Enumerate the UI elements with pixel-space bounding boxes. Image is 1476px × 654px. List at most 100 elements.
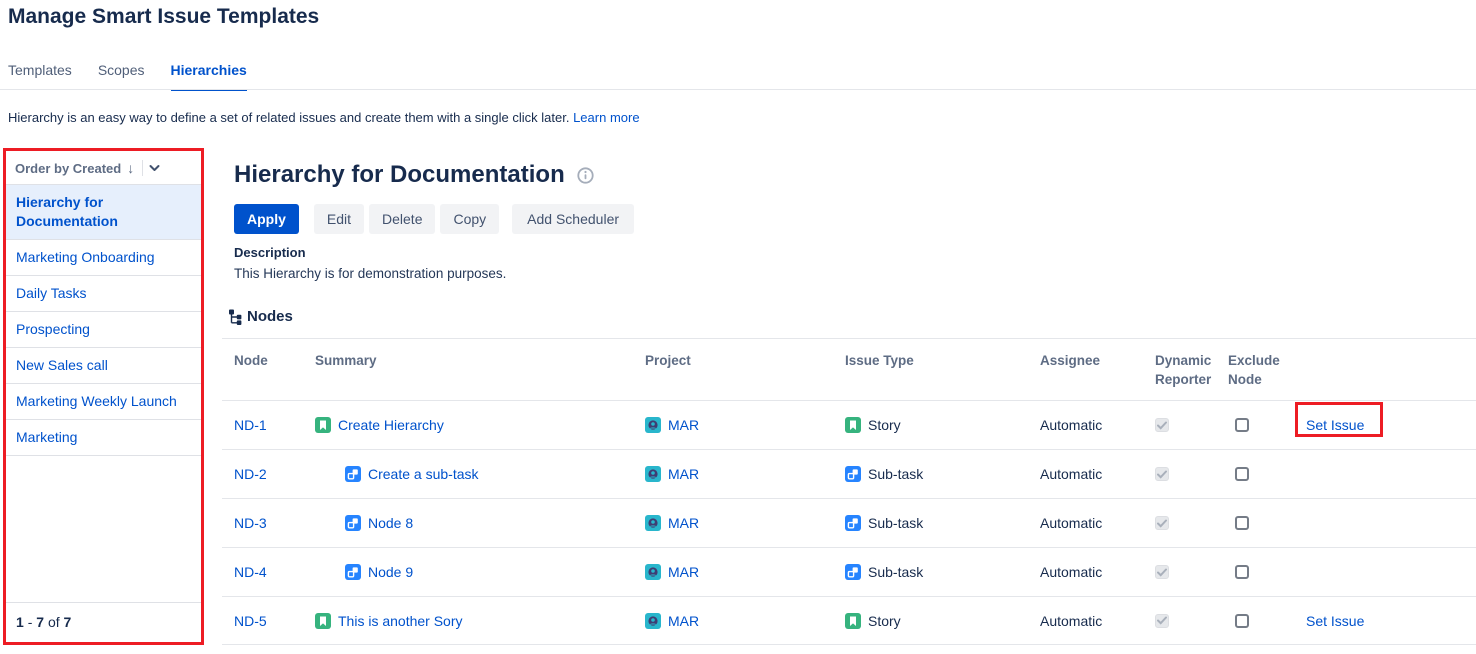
issue-type-label: Sub-task: [868, 564, 923, 580]
subtask-icon: [845, 564, 861, 580]
project-link[interactable]: MAR: [668, 466, 699, 482]
assignee-value: Automatic: [1040, 417, 1155, 433]
exclude-node-checkbox[interactable]: [1235, 516, 1249, 530]
node-id-link[interactable]: ND-5: [234, 613, 267, 629]
nodes-tree-icon: [228, 309, 243, 325]
node-id-link[interactable]: ND-1: [234, 417, 267, 433]
pagination-total: 7: [64, 614, 72, 630]
col-header-dynamic-reporter: Dynamic Reporter: [1155, 351, 1228, 389]
sidebar-item-daily-tasks[interactable]: Daily Tasks: [6, 276, 201, 312]
delete-button[interactable]: Delete: [369, 204, 435, 234]
summary-link[interactable]: This is another Sory: [338, 613, 463, 629]
dynamic-reporter-checkbox[interactable]: [1155, 418, 1169, 432]
story-icon: [315, 613, 331, 629]
set-issue-button[interactable]: Set Issue: [1306, 417, 1364, 433]
exclude-node-checkbox[interactable]: [1235, 565, 1249, 579]
dynamic-reporter-checkbox[interactable]: [1155, 565, 1169, 579]
table-row: ND-3 Node 8 MAR Sub-task Automatic: [222, 498, 1476, 547]
col-header-exclude-node: Exclude Node: [1228, 351, 1306, 389]
sidebar-item-marketing-onboarding[interactable]: Marketing Onboarding: [6, 240, 201, 276]
sort-bar[interactable]: Order by Created ↓: [6, 151, 201, 185]
dynamic-reporter-checkbox[interactable]: [1155, 467, 1169, 481]
apply-button[interactable]: Apply: [234, 204, 299, 234]
intro-text: Hierarchy is an easy way to define a set…: [8, 110, 640, 125]
pagination-end: 7: [36, 614, 44, 630]
dynamic-reporter-checkbox[interactable]: [1155, 614, 1169, 628]
assignee-value: Automatic: [1040, 466, 1155, 482]
copy-button[interactable]: Copy: [440, 204, 499, 234]
project-avatar-icon: [645, 613, 661, 629]
table-row: ND-5 This is another Sory MAR Story Auto…: [222, 596, 1476, 645]
sort-separator: [142, 160, 143, 176]
sidebar-item-prospecting[interactable]: Prospecting: [6, 312, 201, 348]
node-id-link[interactable]: ND-4: [234, 564, 267, 580]
add-scheduler-button[interactable]: Add Scheduler: [512, 204, 634, 234]
issue-type-label: Sub-task: [868, 515, 923, 531]
tab-templates[interactable]: Templates: [8, 62, 72, 91]
exclude-node-checkbox[interactable]: [1235, 614, 1249, 628]
header-divider: [0, 89, 1476, 90]
learn-more-link[interactable]: Learn more: [573, 110, 639, 125]
exclude-node-checkbox[interactable]: [1235, 418, 1249, 432]
exclude-node-checkbox[interactable]: [1235, 467, 1249, 481]
story-icon: [315, 417, 331, 433]
assignee-value: Automatic: [1040, 515, 1155, 531]
set-issue-button[interactable]: Set Issue: [1306, 613, 1364, 629]
sort-label: Order by Created: [15, 161, 121, 176]
sidebar-item-marketing[interactable]: Marketing: [6, 420, 201, 456]
dynamic-reporter-checkbox[interactable]: [1155, 516, 1169, 530]
node-id-link[interactable]: ND-2: [234, 466, 267, 482]
tab-hierarchies[interactable]: Hierarchies: [171, 62, 247, 91]
hierarchy-list: Hierarchy for Documentation Marketing On…: [6, 185, 201, 456]
page-title: Manage Smart Issue Templates: [8, 5, 319, 29]
action-buttons: Apply Edit Delete Copy Add Scheduler: [234, 204, 634, 234]
assignee-value: Automatic: [1040, 564, 1155, 580]
table-row: ND-1 Create Hierarchy MAR Story Automati…: [222, 400, 1476, 449]
project-avatar-icon: [645, 466, 661, 482]
project-link[interactable]: MAR: [668, 613, 699, 629]
chevron-down-icon[interactable]: [149, 164, 160, 172]
info-icon[interactable]: [577, 167, 594, 184]
project-avatar-icon: [645, 515, 661, 531]
pagination-dash: -: [28, 614, 33, 630]
issue-type-label: Sub-task: [868, 466, 923, 482]
nodes-table-header: Node Summary Project Issue Type Assignee…: [222, 338, 1476, 400]
hierarchy-detail-panel: Hierarchy for Documentation Apply Edit D…: [222, 148, 1476, 654]
pagination-status: 1 - 7 of 7: [6, 602, 201, 642]
sort-direction-down-icon[interactable]: ↓: [127, 160, 134, 176]
subtask-icon: [345, 564, 361, 580]
subtask-icon: [845, 466, 861, 482]
col-header-summary: Summary: [315, 351, 645, 370]
summary-link[interactable]: Create Hierarchy: [338, 417, 444, 433]
issue-type-label: Story: [868, 613, 901, 629]
hierarchy-title: Hierarchy for Documentation: [234, 161, 565, 189]
project-avatar-icon: [645, 417, 661, 433]
assignee-value: Automatic: [1040, 613, 1155, 629]
subtask-icon: [345, 466, 361, 482]
node-id-link[interactable]: ND-3: [234, 515, 267, 531]
subtask-icon: [845, 515, 861, 531]
description-label: Description: [234, 245, 306, 260]
nodes-section-title: Nodes: [247, 308, 293, 325]
col-header-node: Node: [234, 351, 315, 370]
sidebar-item-hierarchy-for-documentation[interactable]: Hierarchy for Documentation: [6, 185, 201, 240]
col-header-project: Project: [645, 351, 845, 370]
intro-sentence: Hierarchy is an easy way to define a set…: [8, 110, 569, 125]
project-avatar-icon: [645, 564, 661, 580]
edit-button[interactable]: Edit: [314, 204, 364, 234]
sidebar-item-new-sales-call[interactable]: New Sales call: [6, 348, 201, 384]
project-link[interactable]: MAR: [668, 417, 699, 433]
summary-link[interactable]: Node 9: [368, 564, 413, 580]
table-row: ND-2 Create a sub-task MAR Sub-task Auto…: [222, 449, 1476, 498]
col-header-issue-type: Issue Type: [845, 351, 1040, 370]
sidebar-item-marketing-weekly-launch[interactable]: Marketing Weekly Launch: [6, 384, 201, 420]
issue-type-label: Story: [868, 417, 901, 433]
table-row: ND-4 Node 9 MAR Sub-task Automatic: [222, 547, 1476, 596]
description-text: This Hierarchy is for demonstration purp…: [234, 266, 506, 281]
summary-link[interactable]: Node 8: [368, 515, 413, 531]
summary-link[interactable]: Create a sub-task: [368, 466, 479, 482]
project-link[interactable]: MAR: [668, 564, 699, 580]
pagination-of: of: [48, 614, 60, 630]
project-link[interactable]: MAR: [668, 515, 699, 531]
tab-scopes[interactable]: Scopes: [98, 62, 145, 91]
